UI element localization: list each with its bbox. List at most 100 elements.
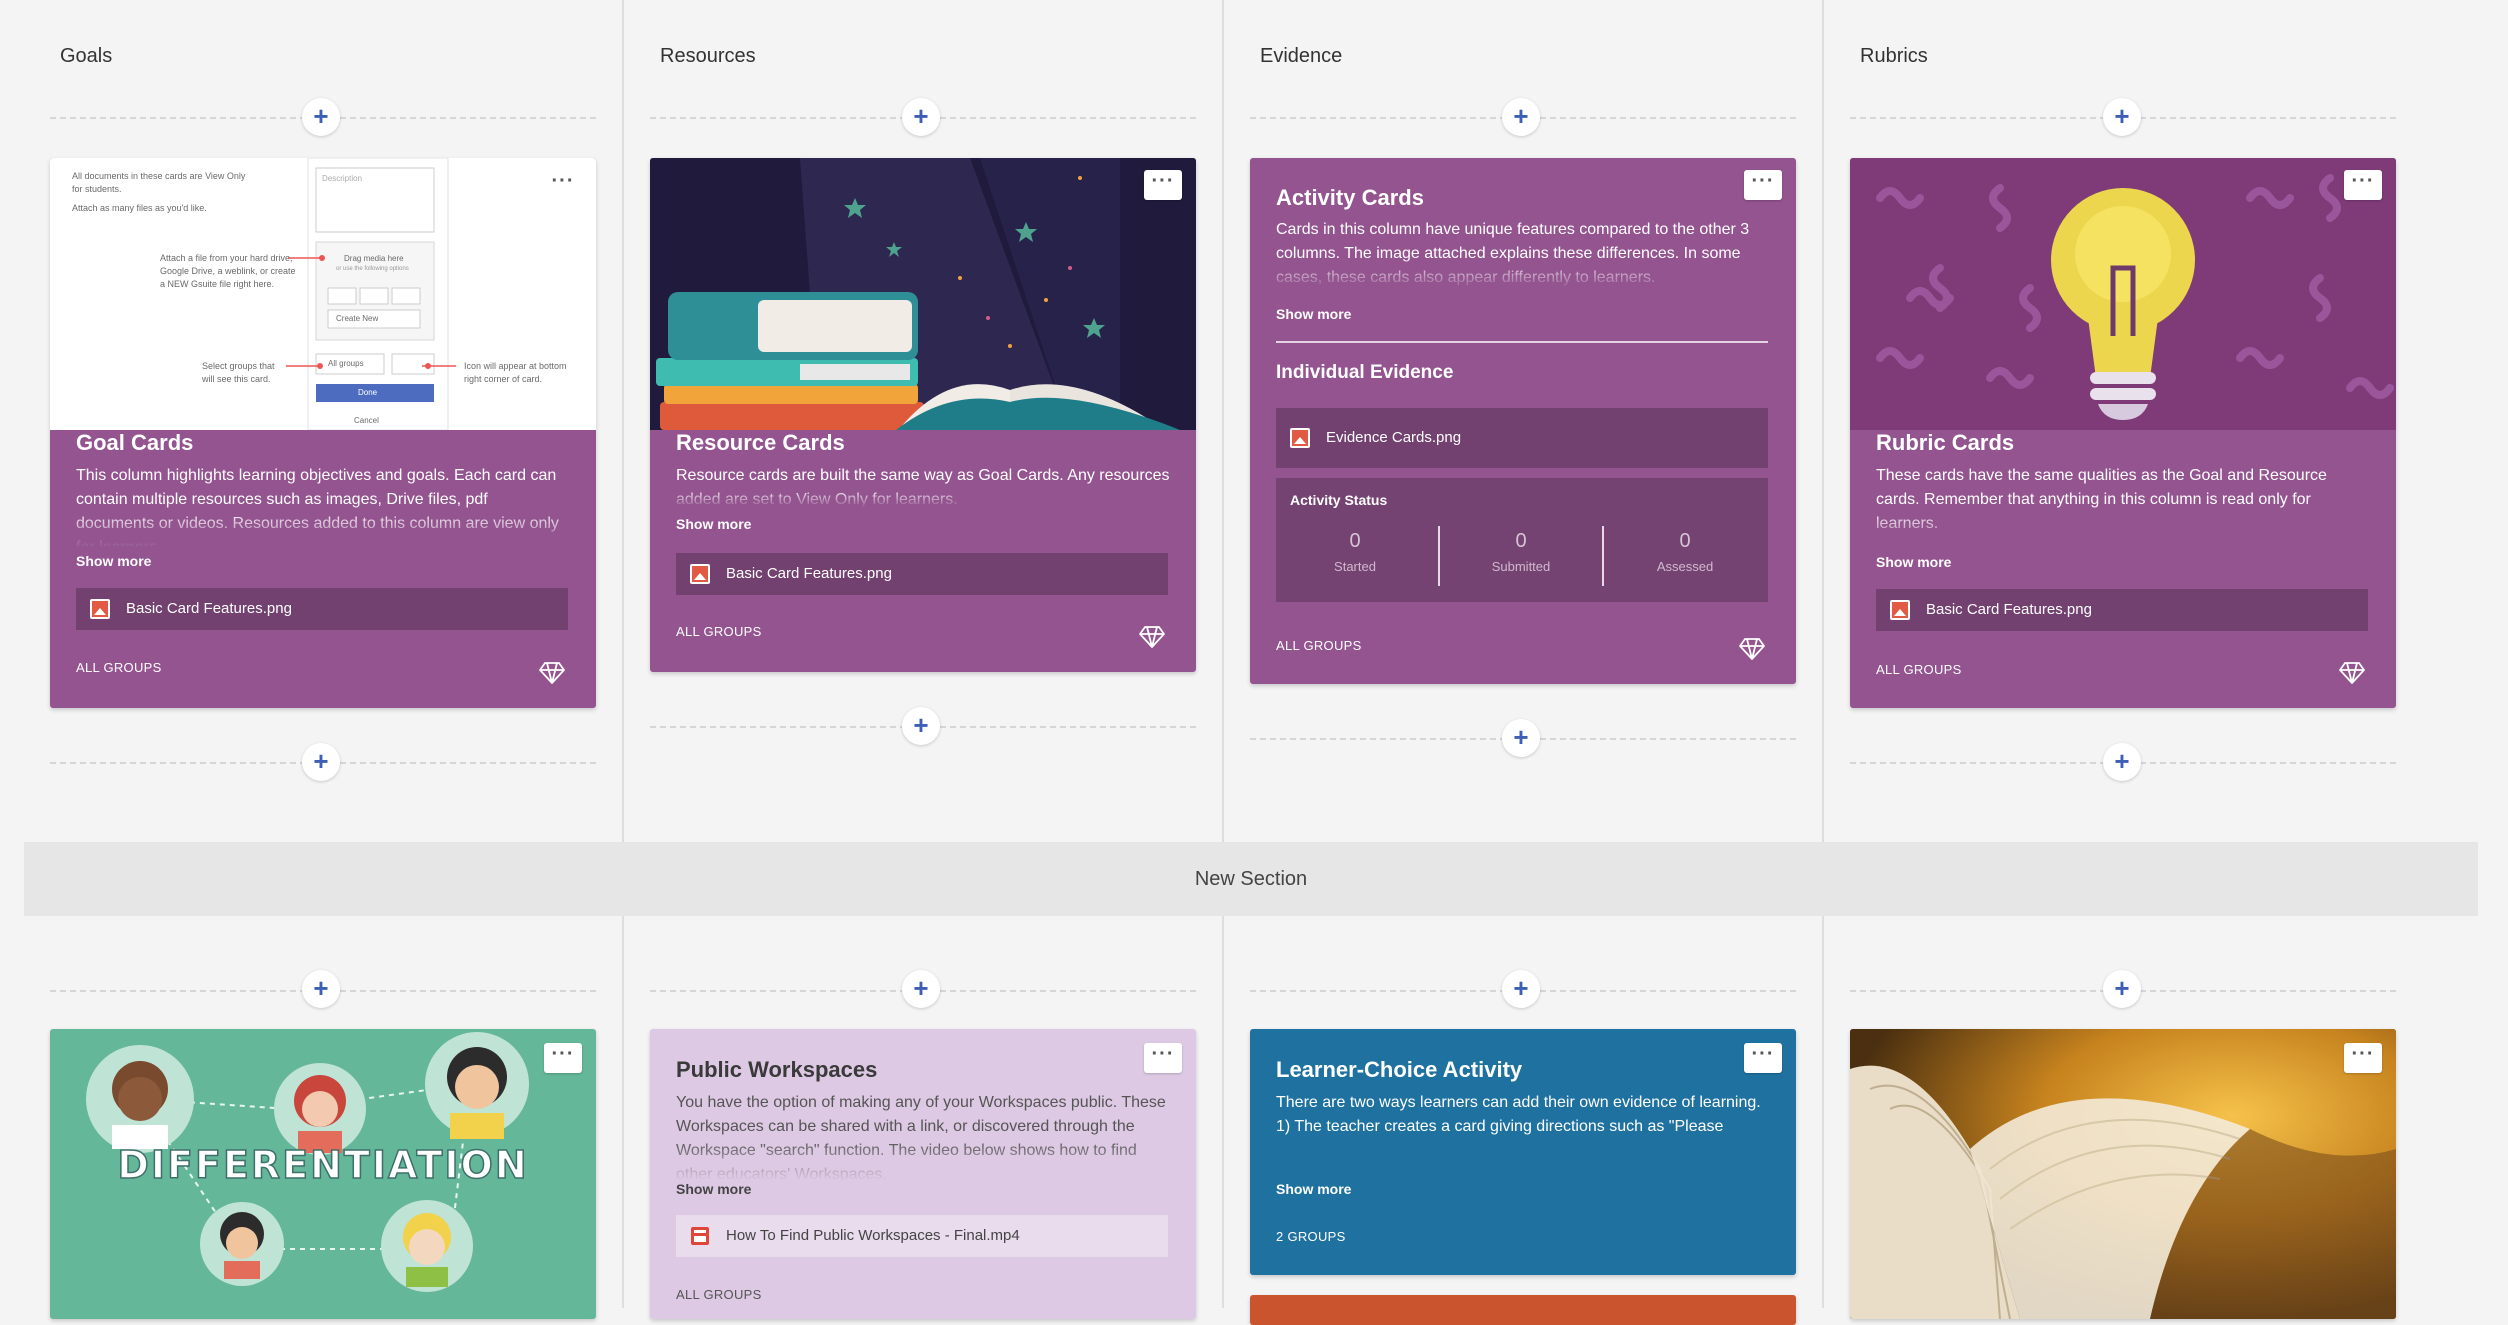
attachment-name: Basic Card Features.png bbox=[1926, 601, 2092, 618]
show-more-link[interactable]: Show more bbox=[676, 1181, 751, 1197]
shot-line: or use the following options bbox=[336, 266, 409, 272]
section-header[interactable]: New Section bbox=[24, 842, 2478, 916]
add-card-button[interactable]: + bbox=[1502, 98, 1540, 136]
column-title-rubrics[interactable]: Rubrics bbox=[1860, 45, 1928, 68]
attachment-name: How To Find Public Workspaces - Final.mp… bbox=[726, 1227, 1020, 1244]
show-more-link[interactable]: Show more bbox=[1876, 554, 1951, 570]
attachment[interactable]: How To Find Public Workspaces - Final.mp… bbox=[676, 1215, 1168, 1257]
differentiation-card[interactable]: DIFFERENTIATION ··· bbox=[50, 1029, 596, 1319]
shot-text: All documents in these cards are View On… bbox=[72, 170, 245, 215]
card-menu-button[interactable]: ··· bbox=[544, 170, 582, 200]
diamond-icon bbox=[2339, 662, 2365, 684]
goal-card-image: All documents in these cards are View On… bbox=[50, 158, 596, 430]
activity-card[interactable]: ··· Activity Cards Cards in this column … bbox=[1250, 158, 1796, 684]
section-divider bbox=[1276, 341, 1768, 343]
card-menu-button[interactable]: ··· bbox=[2344, 1043, 2382, 1073]
stat-value: 0 bbox=[1349, 530, 1361, 552]
shot-line: a NEW Gsuite file right here. bbox=[160, 279, 275, 289]
next-card-peek[interactable] bbox=[1250, 1295, 1796, 1325]
card-menu-button[interactable]: ··· bbox=[1144, 1043, 1182, 1073]
card-description: This column highlights learning objectiv… bbox=[76, 467, 559, 548]
show-more-link[interactable]: Show more bbox=[1276, 1181, 1351, 1197]
column-divider bbox=[1822, 0, 1824, 842]
stat-label: Submitted bbox=[1491, 559, 1551, 574]
add-card-button[interactable]: + bbox=[2103, 98, 2141, 136]
learner-choice-card[interactable]: ··· Learner-Choice Activity There are tw… bbox=[1250, 1029, 1796, 1275]
attachment-name: Basic Card Features.png bbox=[726, 565, 892, 582]
card-title: Public Workspaces bbox=[676, 1057, 878, 1082]
diamond-icon bbox=[1139, 626, 1165, 648]
attachment[interactable]: Basic Card Features.png bbox=[1876, 589, 2368, 631]
column-title-goals[interactable]: Goals bbox=[60, 45, 112, 68]
lightbulb-illustration bbox=[1876, 174, 2394, 420]
column-title-resources[interactable]: Resources bbox=[660, 45, 756, 68]
card-description: These cards have the same qualities as t… bbox=[1876, 467, 2327, 532]
shot-text: Attach a file from your hard drive, Goog… bbox=[160, 252, 296, 291]
video-file-icon bbox=[691, 1227, 709, 1245]
shot-line: Description bbox=[322, 174, 363, 183]
shot-text: Icon will appear at bottom right corner … bbox=[464, 360, 567, 386]
groups-label: 2 GROUPS bbox=[1276, 1229, 1346, 1244]
show-more-link[interactable]: Show more bbox=[1276, 306, 1351, 322]
book-photo-card[interactable]: ··· bbox=[1850, 1029, 2396, 1319]
resource-card[interactable]: ··· Resource Cards Resource cards are bu… bbox=[650, 158, 1196, 672]
card-menu-button[interactable]: ··· bbox=[1744, 1043, 1782, 1073]
shot-line: Cancel bbox=[354, 416, 379, 425]
card-title: Rubric Cards bbox=[1876, 430, 2015, 455]
goal-card[interactable]: All documents in these cards are View On… bbox=[50, 158, 596, 708]
card-title: Resource Cards bbox=[676, 430, 845, 455]
image-file-icon bbox=[1890, 600, 1910, 620]
add-card-button[interactable]: + bbox=[302, 970, 340, 1008]
shot-line: Drag media here bbox=[344, 254, 404, 263]
shot-text: Select groups that will see this card. bbox=[202, 360, 275, 386]
stat-divider bbox=[1438, 526, 1440, 586]
shot-line: Attach a file from your hard drive, bbox=[160, 253, 293, 263]
add-card-button[interactable]: + bbox=[902, 970, 940, 1008]
column-divider bbox=[622, 916, 624, 1308]
add-card-button[interactable]: + bbox=[902, 707, 940, 745]
add-card-button[interactable]: + bbox=[302, 98, 340, 136]
books-illustration bbox=[656, 158, 1180, 430]
card-title: Goal Cards bbox=[76, 430, 194, 455]
add-card-button[interactable]: + bbox=[302, 743, 340, 781]
stat-label: Started bbox=[1334, 559, 1376, 574]
card-description: There are two ways learners can add thei… bbox=[1276, 1094, 1761, 1135]
image-file-icon bbox=[690, 564, 710, 584]
stat-value: 0 bbox=[1679, 530, 1691, 552]
show-more-link[interactable]: Show more bbox=[76, 553, 151, 569]
activity-status-label: Activity Status bbox=[1290, 492, 1388, 508]
attachment[interactable]: Evidence Cards.png bbox=[1276, 408, 1768, 468]
card-description: Resource cards are built the same way as… bbox=[676, 467, 1170, 508]
show-more-link[interactable]: Show more bbox=[676, 516, 751, 532]
card-menu-button[interactable]: ··· bbox=[2344, 170, 2382, 200]
attachment[interactable]: Basic Card Features.png bbox=[676, 553, 1168, 595]
add-card-button[interactable]: + bbox=[902, 98, 940, 136]
add-card-button[interactable]: + bbox=[1502, 719, 1540, 757]
add-card-button[interactable]: + bbox=[2103, 970, 2141, 1008]
image-file-icon bbox=[90, 599, 110, 619]
column-title-evidence[interactable]: Evidence bbox=[1260, 45, 1342, 68]
public-workspaces-card[interactable]: ··· Public Workspaces You have the optio… bbox=[650, 1029, 1196, 1319]
attachment[interactable]: Basic Card Features.png bbox=[76, 588, 568, 630]
shot-line: Google Drive, a weblink, or create bbox=[160, 266, 296, 276]
groups-label: ALL GROUPS bbox=[76, 660, 162, 675]
add-card-button[interactable]: + bbox=[1502, 970, 1540, 1008]
stat-value: 0 bbox=[1515, 530, 1527, 552]
card-menu-button[interactable]: ··· bbox=[1144, 170, 1182, 200]
card-menu-button[interactable]: ··· bbox=[1744, 170, 1782, 200]
groups-label: ALL GROUPS bbox=[1876, 662, 1962, 677]
stat-label: Assessed bbox=[1656, 559, 1714, 574]
column-divider bbox=[1222, 916, 1224, 1308]
shot-line: All documents in these cards are View On… bbox=[72, 171, 246, 181]
groups-label: ALL GROUPS bbox=[1276, 638, 1362, 653]
individual-evidence-heading: Individual Evidence bbox=[1276, 362, 1454, 383]
column-divider bbox=[1822, 916, 1824, 1308]
book-pages-photo bbox=[1850, 1029, 2396, 1319]
add-card-button[interactable]: + bbox=[2103, 743, 2141, 781]
card-menu-button[interactable]: ··· bbox=[544, 1043, 582, 1073]
stat-started: 0 Started bbox=[1280, 530, 1430, 574]
rubric-card[interactable]: ··· Rubric Cards These cards have the sa… bbox=[1850, 158, 2396, 708]
card-description: Cards in this column have unique feature… bbox=[1276, 221, 1750, 286]
diamond-icon bbox=[1739, 638, 1765, 660]
card-title: Learner-Choice Activity bbox=[1276, 1057, 1523, 1082]
